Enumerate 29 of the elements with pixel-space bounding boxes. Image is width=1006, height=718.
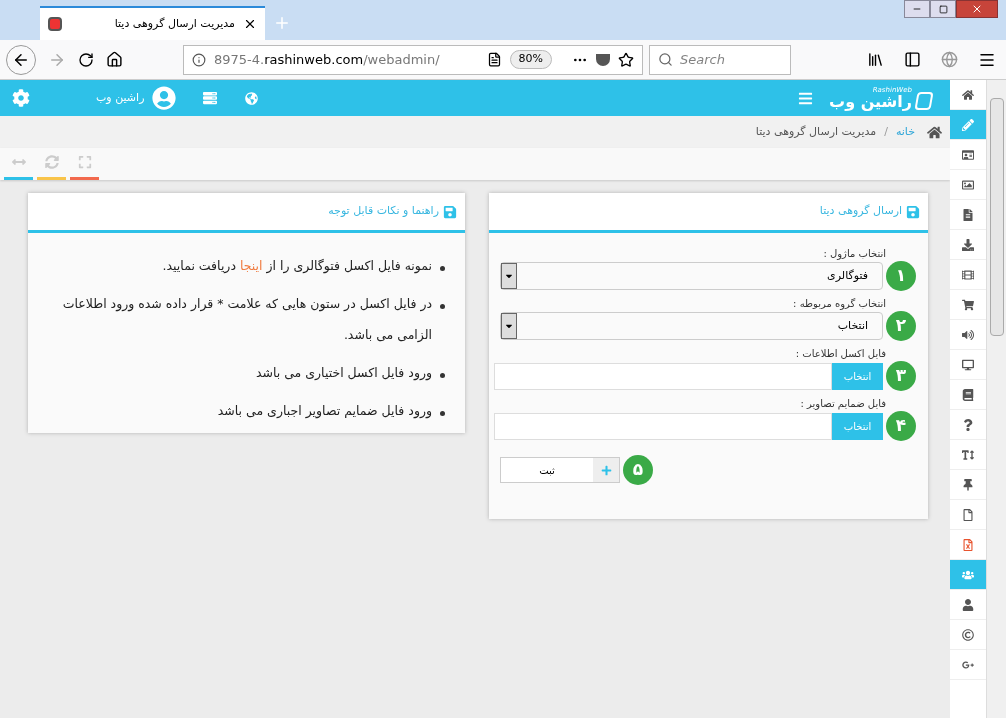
- browser-tab[interactable]: مدیریت ارسال گروهی دیتا: [40, 6, 265, 40]
- field-label: فایل ضمایم تصاویر :: [799, 397, 887, 411]
- url-text: 8975-4.rashinweb.com/webadmin/: [214, 50, 441, 69]
- dropdown-value: انتخاب: [837, 317, 868, 334]
- field-label: انتخاب گروه مربوطه :: [792, 297, 887, 311]
- step-number: ۳: [886, 361, 916, 391]
- field-label: فایل اکسل اطلاعات :: [794, 347, 887, 361]
- dropdown[interactable]: فتوگالری: [500, 262, 883, 290]
- search-field[interactable]: Search: [649, 44, 791, 75]
- step-number: ۵: [623, 455, 653, 485]
- help-item: ورود فایل ضمایم تصاویر اجباری می باشد: [217, 402, 432, 421]
- breadcrumb-separator: /: [884, 123, 888, 140]
- help-item: ورود فایل اکسل اختیاری می باشد: [255, 364, 432, 383]
- help-item: در فایل اکسل در ستون هایی که علامت * قرار داده شده ورود اطلاعات الزامی می باشد.: [61, 295, 432, 345]
- step-number: ۱: [886, 261, 916, 291]
- field-label: انتخاب ماژول :: [822, 247, 887, 261]
- help-item: نمونه فایل اکسل فتوگالری را از اینجا دریافت نمایید.: [162, 257, 432, 276]
- panel-title: راهنما و نکات قابل توجه: [328, 203, 439, 220]
- zoom-level[interactable]: 80%: [509, 50, 552, 69]
- step-number: ۴: [886, 411, 916, 441]
- brand-name: راشین وب: [829, 93, 912, 110]
- dropdown[interactable]: انتخاب: [500, 312, 883, 340]
- address-bar[interactable]: 8975-4.rashinweb.com/webadmin/ 80%: [183, 44, 643, 75]
- panel-title: ارسال گروهی دیتا: [819, 203, 902, 220]
- step-number: ۲: [886, 311, 916, 341]
- submit-button[interactable]: ثبت: [500, 457, 620, 483]
- tab-title: مدیریت ارسال گروهی دیتا: [113, 15, 235, 32]
- dropdown-value: فتوگالری: [827, 267, 868, 284]
- breadcrumb-current: مدیریت ارسال گروهی دیتا: [755, 123, 877, 140]
